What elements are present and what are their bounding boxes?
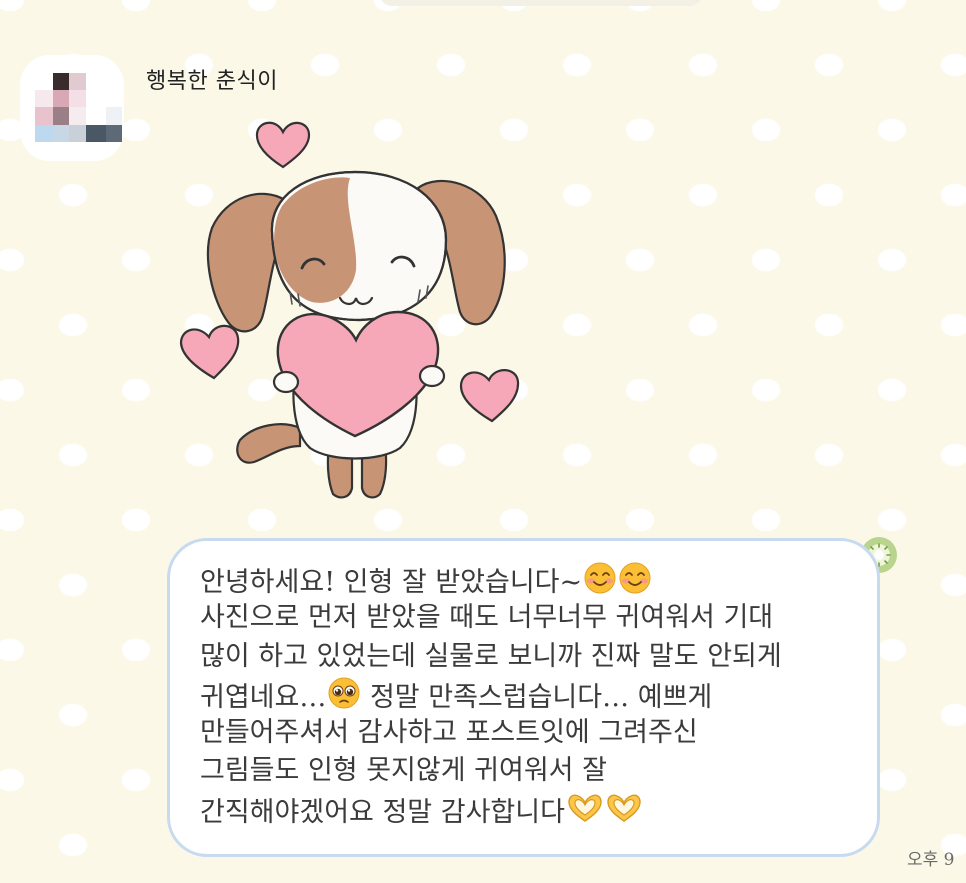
sender-avatar[interactable] (20, 55, 124, 161)
avatar-pixel-block (69, 73, 86, 90)
floating-heart-icon (459, 369, 520, 423)
message-bubble[interactable]: 안녕하세요! 인형 잘 받았습니다~ 사진으로 먼저 받았을 때도 너무너무 귀… (167, 538, 880, 857)
message-text: 정말 만족스럽습니다… 예쁘게 (369, 681, 713, 713)
message-line: 간직해야겠어요 정말 감사합니다 (200, 791, 857, 829)
message-line: 많이 하고 있었는데 실물로 보니까 진짜 말도 안되게 (200, 640, 782, 672)
message-text: 안녕하세요! 인형 잘 받았습니다~ (200, 567, 583, 598)
message-text: 귀엽네요… (200, 681, 327, 713)
avatar-pixel-block (106, 125, 122, 142)
top-scroll-pill (380, 0, 702, 6)
heart-hands-icon (568, 794, 602, 822)
avatar-pixel-block (35, 107, 53, 125)
avatar-pixel-block (86, 125, 106, 142)
message-line: 귀엽네요… 정말 만족스럽습니다… 예쁘게 (200, 676, 857, 714)
avatar-pixel-block (35, 125, 53, 142)
puppy-tail (236, 423, 302, 464)
avatar-pixel-block (53, 107, 69, 125)
message-line: 그림들도 인형 못지않게 귀여워서 잘 (200, 755, 607, 787)
avatar-pixel-block (69, 107, 86, 125)
pleading-face-icon (328, 677, 360, 709)
message-text: 간직해야겠어요 정말 감사합니다 (200, 796, 565, 828)
message-line: 사진으로 먼저 받았을 때도 너무너무 귀여워서 기대 (200, 602, 774, 634)
floating-heart-icon (255, 121, 311, 169)
avatar-pixel-block (69, 125, 86, 142)
message-line: 만들어주셔서 감사하고 포스트잇에 그려주신 (200, 717, 698, 749)
floating-heart-icon (179, 324, 240, 380)
avatar-pixel-block (53, 90, 69, 107)
smiling-face-icon (619, 562, 651, 594)
smiling-face-icon (584, 562, 616, 594)
heart-hands-icon (607, 794, 641, 822)
puppy-paw (272, 370, 300, 394)
avatar-pixel-block (69, 90, 86, 107)
message-timestamp: 오후 9 (907, 850, 955, 870)
avatar-pixel-block (53, 73, 69, 90)
sender-name: 행복한 춘식이 (146, 69, 278, 94)
puppy-paw (418, 364, 446, 388)
message-line: 안녕하세요! 인형 잘 받았습니다~ (200, 561, 857, 599)
avatar-pixel-block (106, 107, 122, 125)
avatar-pixel-block (35, 90, 53, 107)
puppy-holding-heart-sticker[interactable] (175, 112, 525, 502)
avatar-pixel-block (53, 125, 69, 142)
